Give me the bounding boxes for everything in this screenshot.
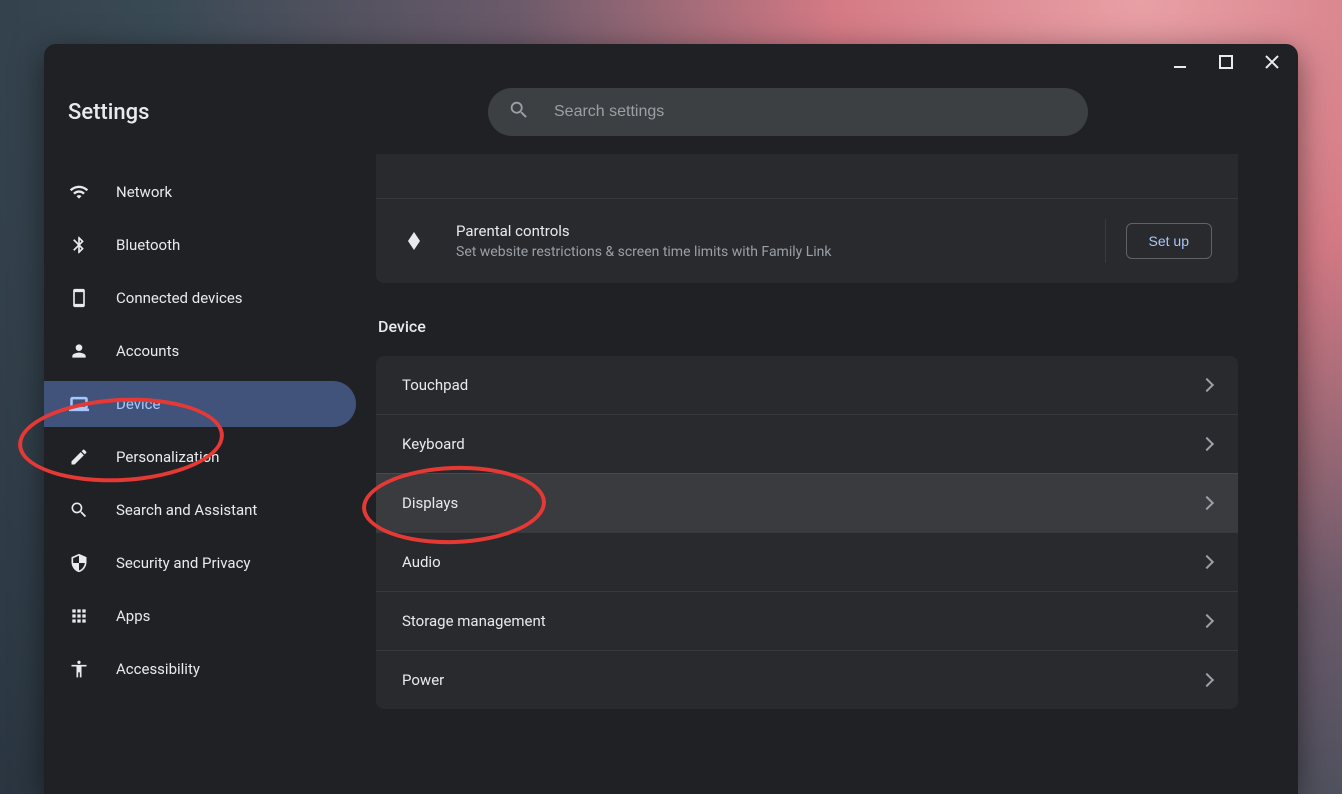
row-label: Storage management [402, 612, 1202, 630]
sidebar-item-personalization[interactable]: Personalization [44, 434, 356, 480]
device-card: Touchpad Keyboard Displays Audio Storage… [376, 356, 1238, 709]
bluetooth-icon [68, 234, 90, 256]
laptop-icon [68, 393, 90, 415]
keyboard-row[interactable]: Keyboard [376, 414, 1238, 473]
sidebar-item-label: Bluetooth [116, 236, 180, 254]
minimize-button[interactable] [1166, 48, 1194, 76]
sync-row[interactable] [376, 154, 1238, 198]
sidebar-item-accounts[interactable]: Accounts [44, 328, 356, 374]
search-icon [68, 499, 90, 521]
main-content: Parental controls Set website restrictio… [356, 154, 1298, 794]
sidebar-item-label: Security and Privacy [116, 554, 251, 572]
chevron-right-icon [1200, 555, 1214, 569]
storage-row[interactable]: Storage management [376, 591, 1238, 650]
sidebar-item-search-assistant[interactable]: Search and Assistant [44, 487, 356, 533]
divider [1105, 219, 1106, 263]
chevron-right-icon [1200, 378, 1214, 392]
parental-title: Parental controls [456, 222, 1105, 240]
sidebar-item-label: Device [116, 395, 160, 413]
sidebar-item-accessibility[interactable]: Accessibility [44, 646, 356, 692]
chevron-right-icon [1200, 437, 1214, 451]
sidebar-item-network[interactable]: Network [44, 169, 356, 215]
sidebar-item-security-privacy[interactable]: Security and Privacy [44, 540, 356, 586]
sidebar-item-device[interactable]: Device [44, 381, 356, 427]
sidebar-item-label: Accounts [116, 342, 179, 360]
chevron-right-icon [1200, 614, 1214, 628]
wifi-icon [68, 181, 90, 203]
sidebar-item-connected-devices[interactable]: Connected devices [44, 275, 356, 321]
sidebar-item-label: Search and Assistant [116, 501, 257, 519]
close-button[interactable] [1258, 48, 1286, 76]
chevron-right-icon [1200, 673, 1214, 687]
row-label: Displays [402, 494, 1202, 512]
sidebar: Network Bluetooth Connected devices Acco… [44, 154, 356, 794]
page-title: Settings [68, 100, 368, 125]
chevron-right-icon [1200, 496, 1214, 510]
power-row[interactable]: Power [376, 650, 1238, 709]
person-icon [68, 340, 90, 362]
window-titlebar [44, 44, 1298, 80]
parental-subtitle: Set website restrictions & screen time l… [456, 244, 1105, 260]
row-label: Power [402, 671, 1202, 689]
settings-window: Settings Network Bluetooth Connected [44, 44, 1298, 794]
sync-icon [402, 160, 426, 184]
device-section-heading: Device [378, 317, 1238, 336]
sidebar-item-apps[interactable]: Apps [44, 593, 356, 639]
header: Settings [44, 80, 1298, 154]
row-label: Keyboard [402, 435, 1202, 453]
touchpad-row[interactable]: Touchpad [376, 356, 1238, 414]
sidebar-item-bluetooth[interactable]: Bluetooth [44, 222, 356, 268]
shield-icon [68, 552, 90, 574]
row-label: Touchpad [402, 376, 1202, 394]
sidebar-item-label: Connected devices [116, 289, 243, 307]
edit-icon [68, 446, 90, 468]
phone-icon [68, 287, 90, 309]
sidebar-item-label: Personalization [116, 448, 219, 466]
accessibility-icon [68, 658, 90, 680]
audio-row[interactable]: Audio [376, 532, 1238, 591]
search-icon [508, 99, 530, 125]
sidebar-item-label: Network [116, 183, 172, 201]
displays-row[interactable]: Displays [376, 473, 1238, 532]
parental-controls-row: Parental controls Set website restrictio… [376, 198, 1238, 283]
row-label: Audio [402, 553, 1202, 571]
search-input[interactable] [554, 103, 1068, 121]
parental-card: Parental controls Set website restrictio… [376, 154, 1238, 283]
sidebar-item-label: Apps [116, 607, 150, 625]
search-box[interactable] [488, 88, 1088, 136]
maximize-button[interactable] [1212, 48, 1240, 76]
apps-icon [68, 605, 90, 627]
sidebar-item-label: Accessibility [116, 660, 200, 678]
setup-button[interactable]: Set up [1126, 223, 1212, 259]
diamond-icon [402, 229, 426, 253]
